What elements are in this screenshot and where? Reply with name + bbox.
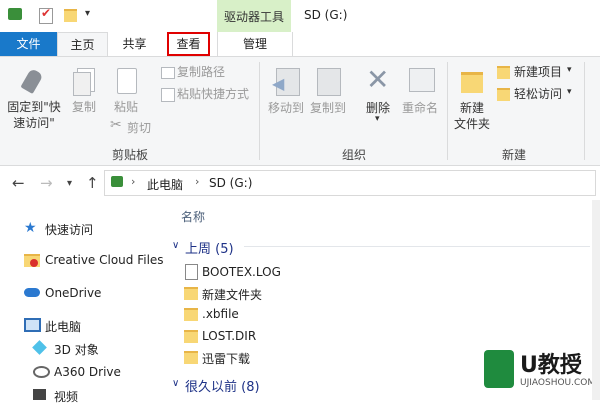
easy-access-icon — [497, 88, 510, 101]
ribbon-separator — [584, 62, 585, 160]
delete-icon: ✕ — [366, 63, 390, 96]
creative-cloud-badge-icon — [30, 259, 38, 267]
pin-to-quick-access-label-2[interactable]: 速访问" — [4, 116, 64, 131]
nav-onedrive[interactable]: OneDrive — [45, 286, 101, 300]
folder-icon — [184, 330, 198, 343]
copy-path-icon — [161, 67, 175, 79]
tab-file[interactable]: 文件 — [0, 32, 57, 56]
move-to-button[interactable]: 移动到 — [264, 101, 308, 116]
new-folder-quick-icon[interactable] — [64, 9, 77, 22]
file-item[interactable]: BOOTEX.LOG — [202, 265, 281, 279]
group-divider — [244, 246, 590, 247]
nav-videos[interactable]: 视频 — [54, 388, 78, 405]
paste-shortcut-icon — [161, 88, 175, 102]
window-title: SD (G:) — [304, 8, 348, 22]
new-item-icon — [497, 66, 510, 79]
document-icon — [185, 264, 198, 280]
column-header-name[interactable]: 名称 — [181, 208, 205, 225]
easy-access-dropdown-icon[interactable]: ▾ — [567, 87, 572, 97]
copy-button[interactable]: 复制 — [66, 100, 102, 115]
drive-icon — [8, 8, 22, 20]
file-item[interactable]: .xbfile — [202, 307, 239, 321]
ribbon-separator — [447, 62, 448, 160]
folder-icon — [184, 351, 198, 364]
copy-to-icon — [317, 68, 341, 96]
forward-arrow-icon[interactable]: → — [40, 174, 53, 192]
watermark-url: UJIAOSHOU.COM — [520, 378, 596, 388]
file-item[interactable]: 迅雷下载 — [202, 350, 250, 367]
nav-quick-access[interactable]: 快速访问 — [45, 221, 93, 238]
nav-this-pc[interactable]: 此电脑 — [45, 318, 81, 335]
paste-shortcut-button[interactable]: 粘贴快捷方式 — [177, 87, 257, 102]
copy-path-button[interactable]: 复制路径 — [177, 65, 237, 80]
a360-icon — [33, 366, 50, 378]
chevron-down-icon[interactable]: ∨ — [172, 378, 179, 389]
new-folder-label-2[interactable]: 文件夹 — [450, 117, 494, 132]
back-arrow-icon[interactable]: ← — [12, 174, 25, 192]
new-folder-icon — [461, 72, 483, 93]
up-arrow-icon[interactable]: ↑ — [86, 174, 99, 192]
computer-icon — [24, 318, 41, 332]
rename-button[interactable]: 重命名 — [398, 101, 442, 116]
group-header-long-ago[interactable]: 很久以前 (8) — [185, 376, 260, 395]
copy-to-button[interactable]: 复制到 — [306, 101, 350, 116]
pin-to-quick-access-label-1[interactable]: 固定到"快 — [4, 100, 64, 115]
cut-button[interactable]: 剪切 — [127, 121, 157, 136]
recent-locations-icon[interactable]: ▾ — [67, 178, 72, 189]
rename-icon — [409, 68, 435, 92]
nav-a360-drive[interactable]: A360 Drive — [54, 365, 121, 379]
delete-dropdown-icon[interactable]: ▾ — [375, 114, 380, 124]
tab-share[interactable]: 共享 — [112, 32, 157, 56]
nav-creative-cloud-files[interactable]: Creative Cloud Files — [45, 253, 164, 267]
paste-icon — [117, 68, 137, 94]
breadcrumb-this-pc[interactable]: 此电脑 — [147, 176, 183, 193]
drive-tools-label: 驱动器工具 — [223, 10, 284, 24]
new-item-button[interactable]: 新建项目 — [514, 65, 574, 80]
new-folder-label-1[interactable]: 新建 — [450, 101, 494, 116]
group-header-last-week[interactable]: 上周 (5) — [185, 238, 234, 257]
breadcrumb-separator-icon: › — [131, 175, 136, 188]
watermark-logo-icon — [484, 350, 514, 388]
new-group-label: 新建 — [501, 148, 526, 162]
folder-icon — [184, 308, 198, 321]
tab-view-highlight — [167, 32, 210, 56]
tab-home[interactable]: 主页 — [57, 32, 108, 56]
customize-dropdown-icon[interactable]: ▾ — [85, 8, 90, 19]
watermark-brand: U教授 — [520, 353, 582, 378]
paste-button[interactable]: 粘贴 — [108, 100, 144, 115]
clipboard-group-label: 剪贴板 — [111, 148, 148, 162]
file-item[interactable]: 新建文件夹 — [202, 286, 262, 303]
chevron-down-icon[interactable]: ∨ — [172, 240, 179, 251]
cloud-icon — [24, 288, 40, 297]
3d-objects-icon — [32, 340, 47, 355]
folder-icon — [184, 287, 198, 300]
file-item[interactable]: LOST.DIR — [202, 329, 256, 343]
scrollbar[interactable] — [592, 200, 600, 400]
move-arrow-icon: ◀ — [272, 74, 285, 93]
breadcrumb-sd-drive[interactable]: SD (G:) — [209, 176, 252, 190]
star-icon: ★ — [24, 220, 37, 236]
tab-manage[interactable]: 管理 — [217, 32, 293, 56]
nav-3d-objects[interactable]: 3D 对象 — [54, 341, 99, 358]
drive-icon — [111, 176, 123, 187]
ribbon-separator — [259, 62, 260, 160]
copy-icon-back — [73, 72, 91, 96]
video-icon — [33, 389, 46, 400]
scissors-icon: ✂ — [110, 117, 122, 133]
easy-access-button[interactable]: 轻松访问 — [514, 87, 574, 102]
organize-group-label: 组织 — [341, 148, 366, 162]
new-item-dropdown-icon[interactable]: ▾ — [567, 65, 572, 75]
checkmark-icon: ✔ — [41, 6, 52, 20]
breadcrumb-separator-icon: › — [195, 175, 200, 188]
